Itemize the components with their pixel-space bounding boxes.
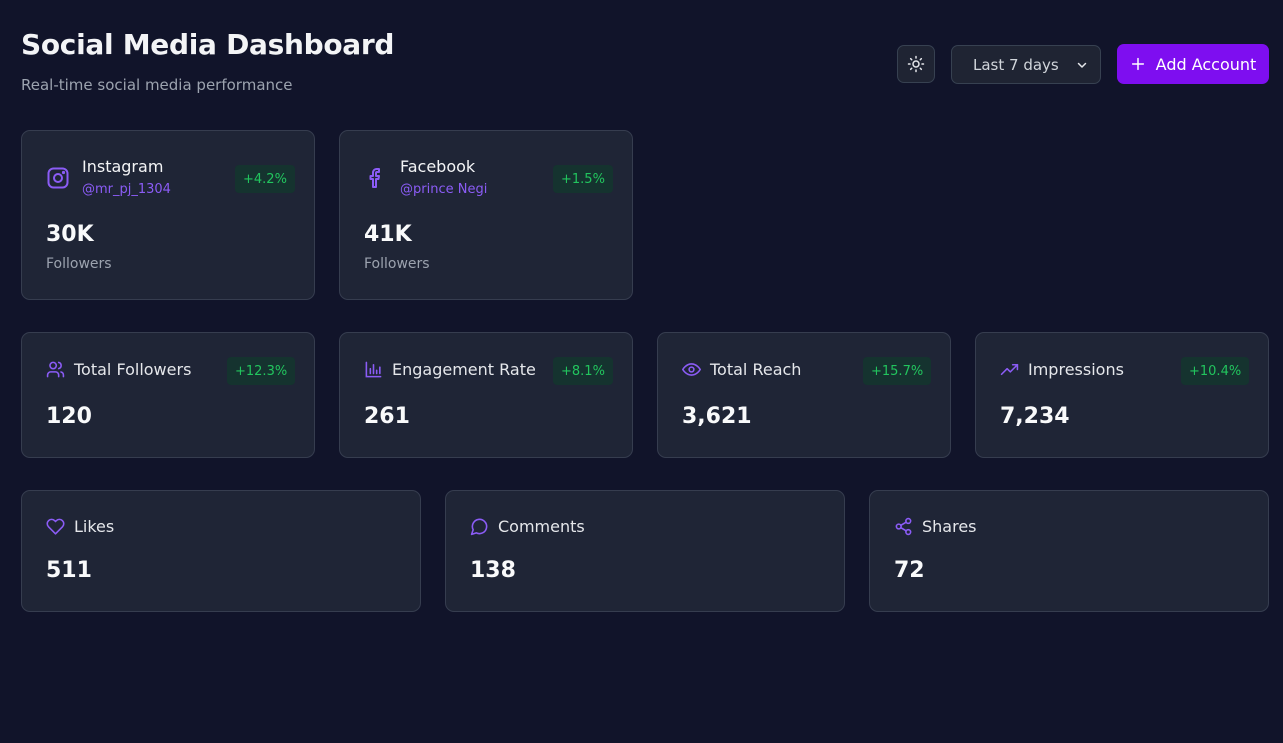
change-badge: +10.4%: [1181, 357, 1250, 385]
change-badge: +12.3%: [227, 357, 296, 385]
engagement-card-comments: Comments 138: [445, 490, 845, 612]
heart-icon: [46, 517, 65, 536]
stat-card-impressions: Impressions +10.4% 7,234: [975, 332, 1269, 458]
change-badge: +15.7%: [863, 357, 932, 385]
share-icon: [894, 517, 913, 536]
stat-card-total-reach: Total Reach +15.7% 3,621: [657, 332, 951, 458]
change-badge: +4.2%: [235, 165, 295, 193]
stat-card-engagement-rate: Engagement Rate +8.1% 261: [339, 332, 633, 458]
account-card-facebook[interactable]: Facebook @prince Negi +1.5% 41K Follower…: [339, 130, 633, 300]
stat-card-total-followers: Total Followers +12.3% 120: [21, 332, 315, 458]
engagement-value: 138: [470, 558, 516, 583]
stat-name: Impressions: [1028, 360, 1124, 379]
account-handle: @prince Negi: [400, 182, 488, 197]
bar-chart-icon: [364, 360, 383, 379]
stat-value: 7,234: [1000, 404, 1070, 429]
change-badge: +1.5%: [553, 165, 613, 193]
theme-toggle-button[interactable]: [897, 45, 935, 83]
stat-name: Total Reach: [710, 360, 802, 379]
account-label: Followers: [364, 256, 430, 272]
message-circle-icon: [470, 517, 489, 536]
plus-icon: [1130, 56, 1146, 72]
add-account-button[interactable]: Add Account: [1117, 44, 1269, 84]
engagement-name: Shares: [922, 517, 977, 536]
dashboard-page: Social Media Dashboard Real-time social …: [0, 0, 1283, 743]
engagement-card-likes: Likes 511: [21, 490, 421, 612]
instagram-icon: [46, 166, 70, 190]
change-badge: +8.1%: [553, 357, 613, 385]
sun-icon: [907, 55, 925, 73]
page-title: Social Media Dashboard: [21, 28, 395, 61]
account-value: 30K: [46, 222, 94, 247]
chevron-down-icon: [1076, 59, 1088, 71]
account-value: 41K: [364, 222, 412, 247]
page-subtitle: Real-time social media performance: [21, 76, 293, 94]
engagement-value: 511: [46, 558, 92, 583]
account-name: Facebook: [400, 157, 476, 176]
users-icon: [46, 360, 65, 379]
trending-up-icon: [1000, 360, 1019, 379]
account-name: Instagram: [82, 157, 164, 176]
date-range-value: Last 7 days: [973, 55, 1059, 74]
engagement-name: Likes: [74, 517, 115, 536]
stat-name: Engagement Rate: [392, 360, 536, 379]
account-card-instagram[interactable]: Instagram @mr_pj_1304 +4.2% 30K Follower…: [21, 130, 315, 300]
facebook-icon: [364, 166, 388, 190]
engagement-card-shares: Shares 72: [869, 490, 1269, 612]
account-label: Followers: [46, 256, 112, 272]
add-account-label: Add Account: [1155, 54, 1257, 74]
stat-value: 120: [46, 404, 92, 429]
stat-value: 261: [364, 404, 410, 429]
date-range-select[interactable]: Last 7 days: [951, 45, 1101, 84]
engagement-name: Comments: [498, 517, 585, 536]
account-handle: @mr_pj_1304: [82, 182, 171, 197]
stat-name: Total Followers: [74, 360, 192, 379]
eye-icon: [682, 360, 701, 379]
stat-value: 3,621: [682, 404, 752, 429]
engagement-value: 72: [894, 558, 925, 583]
